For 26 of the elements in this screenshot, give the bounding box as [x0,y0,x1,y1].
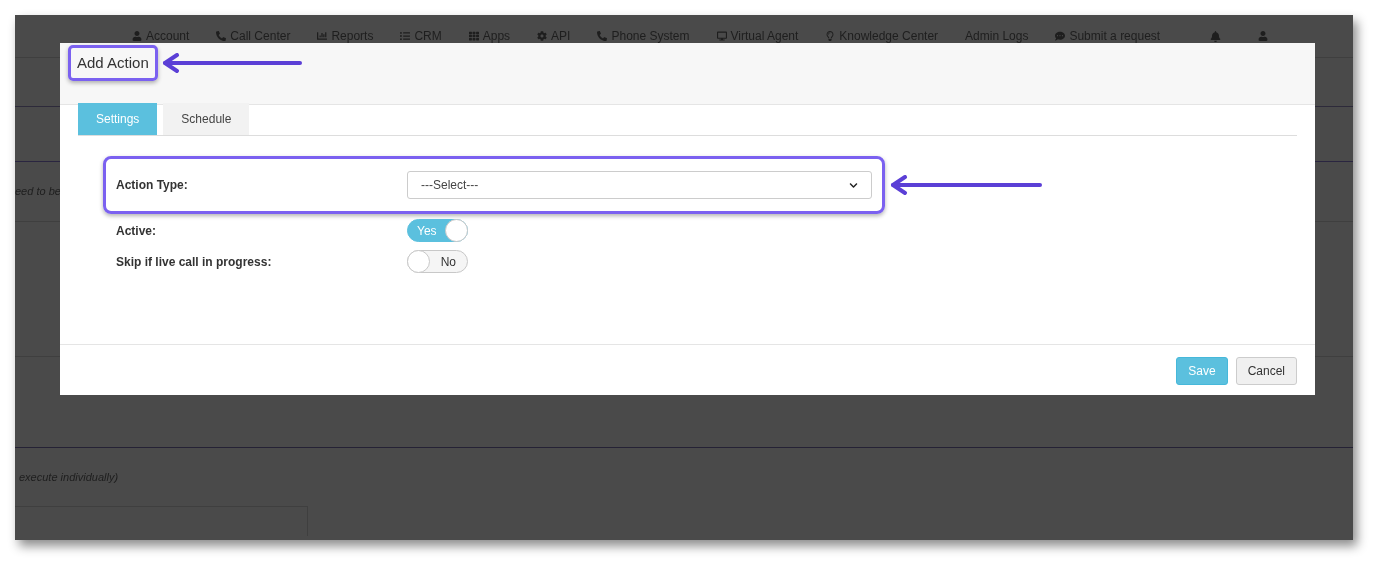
chat-icon [1055,31,1066,41]
lightbulb-icon [825,31,836,41]
toggle-knob [445,219,468,242]
bar-chart-icon [317,31,328,41]
save-button[interactable]: Save [1176,357,1228,385]
user-icon [132,31,142,41]
field-label: Skip if live call in progress: [116,253,273,271]
grid-icon [468,31,479,41]
toggle-knob [407,250,430,273]
phone-icon [597,31,608,41]
chevron-down-icon [849,180,858,190]
tab[interactable]: Schedule [163,103,250,135]
bell-icon[interactable] [1210,30,1222,42]
cancel-button[interactable]: Cancel [1235,357,1297,385]
field-label: Active: [116,222,157,240]
user-icon[interactable] [1258,31,1269,41]
gear-icon [537,31,548,41]
toggle-switch[interactable]: Yes [407,219,468,242]
select-field[interactable]: ---Select--- [407,171,872,199]
phone-icon [216,31,227,41]
modal-title: Add Action [77,54,149,71]
toggle-switch[interactable]: No [407,250,468,273]
field-label: Action Type: [116,177,189,194]
monitor-icon [716,31,727,41]
list-icon [400,31,411,41]
tab[interactable]: Settings [78,103,158,135]
